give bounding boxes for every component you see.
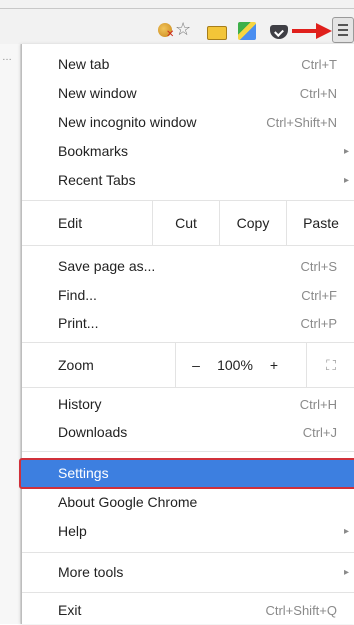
- red-arrow-annotation-icon: [292, 23, 332, 39]
- menu-item-label: Recent Tabs: [58, 172, 136, 188]
- menu-item-shortcut: Ctrl+Shift+N: [266, 115, 337, 130]
- zoom-in-button[interactable]: +: [260, 343, 288, 387]
- submenu-arrow-icon: ▸: [343, 567, 349, 578]
- menu-item-shortcut: Ctrl+F: [301, 288, 337, 303]
- page-edge: [0, 44, 21, 624]
- chrome-menu-icon[interactable]: [332, 17, 354, 43]
- menu-item-label: About Google Chrome: [58, 494, 198, 510]
- menu-item-find[interactable]: Find... Ctrl+F: [22, 281, 354, 310]
- menu-item-label: Print...: [58, 315, 99, 331]
- menu-item-recent-tabs[interactable]: Recent Tabs ▸: [22, 166, 354, 195]
- menu-item-more-tools[interactable]: More tools ▸: [22, 558, 354, 587]
- menu-item-about-google-chrome[interactable]: About Google Chrome: [22, 488, 354, 517]
- menu-item-label: New window: [58, 85, 137, 101]
- menu-item-shortcut: Ctrl+Shift+Q: [265, 603, 337, 618]
- edit-row: Edit Cut Copy Paste: [22, 201, 354, 245]
- edit-label: Edit: [58, 215, 83, 231]
- submenu-arrow-icon: ▸: [343, 175, 349, 186]
- bookmark-star-icon[interactable]: ☆: [175, 20, 193, 38]
- menu-item-bookmarks[interactable]: Bookmarks ▸: [22, 137, 354, 166]
- zoom-row: Zoom – 100% + ⛶: [22, 343, 354, 387]
- chrome-main-menu: New tab Ctrl+T New window Ctrl+N New inc…: [19, 44, 354, 625]
- menu-item-label: Exit: [58, 602, 82, 618]
- menu-item-label: Save page as...: [58, 258, 156, 274]
- zoom-divider: [175, 343, 176, 387]
- menu-item-label: New tab: [58, 56, 110, 72]
- menu-item-new-tab[interactable]: New tab Ctrl+T: [22, 50, 354, 79]
- menu-separator: [22, 552, 354, 553]
- menu-separator: [22, 245, 354, 246]
- menu-item-save-page-as[interactable]: Save page as... Ctrl+S: [22, 252, 354, 281]
- fullscreen-icon[interactable]: ⛶: [307, 343, 354, 387]
- menu-item-downloads[interactable]: Downloads Ctrl+J: [22, 418, 354, 447]
- cut-button[interactable]: Cut: [153, 201, 219, 245]
- menu-item-label: Downloads: [58, 424, 128, 440]
- menu-item-label: More tools: [58, 564, 124, 580]
- menu-item-history[interactable]: History Ctrl+H: [22, 390, 354, 419]
- menu-item-help[interactable]: Help ▸: [22, 517, 354, 546]
- zoom-label: Zoom: [58, 357, 94, 373]
- zoom-level: 100%: [217, 357, 253, 373]
- submenu-arrow-icon: ▸: [343, 146, 349, 157]
- menu-item-label: Find...: [58, 287, 97, 303]
- menu-item-shortcut: Ctrl+T: [301, 57, 337, 72]
- menu-separator: [22, 387, 354, 388]
- browser-toolbar: ✕ ☆: [0, 0, 354, 45]
- page-edge-ellipsis-icon: …: [2, 52, 12, 63]
- paste-button[interactable]: Paste: [287, 201, 354, 245]
- zoom-out-button[interactable]: –: [182, 343, 210, 387]
- menu-item-new-window[interactable]: New window Ctrl+N: [22, 79, 354, 108]
- menu-item-label: Settings: [58, 465, 109, 481]
- copy-button[interactable]: Copy: [220, 201, 286, 245]
- menu-item-shortcut: Ctrl+H: [299, 397, 337, 412]
- menu-item-shortcut: Ctrl+S: [300, 259, 337, 274]
- menu-item-print[interactable]: Print... Ctrl+P: [22, 309, 354, 338]
- menu-item-shortcut: Ctrl+J: [302, 425, 337, 440]
- submenu-arrow-icon: ▸: [343, 526, 349, 537]
- menu-item-label: Help: [58, 523, 87, 539]
- menu-item-shortcut: Ctrl+P: [300, 316, 337, 331]
- menu-item-label: New incognito window: [58, 114, 197, 130]
- menu-separator: [22, 451, 354, 452]
- menu-item-settings[interactable]: Settings: [19, 458, 354, 489]
- menu-separator: [22, 592, 354, 593]
- cookie-extension-badge-icon: ✕: [166, 29, 175, 40]
- menu-item-label: Bookmarks: [58, 143, 129, 159]
- menu-item-new-incognito-window[interactable]: New incognito window Ctrl+Shift+N: [22, 108, 354, 137]
- maps-extension-icon[interactable]: [238, 22, 256, 40]
- menu-item-exit[interactable]: Exit Ctrl+Shift+Q: [22, 596, 354, 625]
- ruler-extension-icon[interactable]: [207, 26, 227, 40]
- toolbar-divider: [0, 8, 354, 9]
- menu-item-shortcut: Ctrl+N: [299, 86, 337, 101]
- pocket-extension-icon[interactable]: [270, 25, 288, 39]
- menu-item-label: History: [58, 396, 102, 412]
